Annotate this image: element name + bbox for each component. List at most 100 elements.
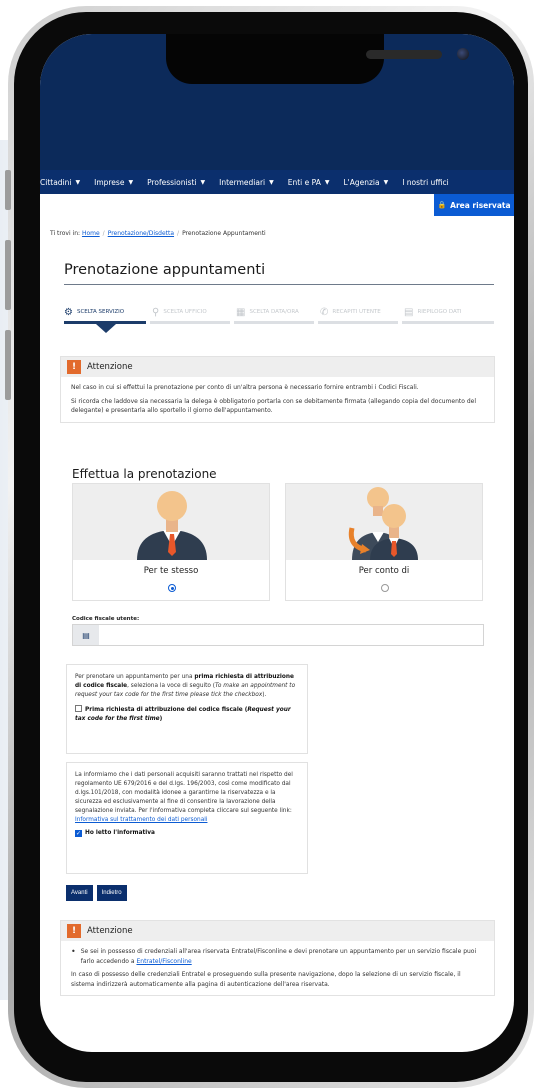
bullet-dot: • xyxy=(71,947,76,956)
option-label: Per conto di xyxy=(358,566,410,576)
alert-header: ! Attenzione xyxy=(61,357,494,377)
option-card-other[interactable]: Per conto di xyxy=(285,483,483,601)
id-card-icon: ▤ xyxy=(404,306,414,318)
breadcrumb-separator: / xyxy=(102,230,105,237)
privacy-link[interactable]: Informativa sul trattamento dei dati per… xyxy=(75,817,207,823)
alert-bullet: • Se sei in possesso di credenziali all'… xyxy=(71,947,484,966)
caret-down-icon: ▼ xyxy=(324,178,330,186)
alert-paragraph: Si ricorda che laddove sia necessaria la… xyxy=(71,397,477,415)
step-label: Scelta servizio xyxy=(76,309,125,315)
id-card-icon: ▤ xyxy=(73,625,99,645)
phone-volume-up-button xyxy=(5,240,11,310)
stepper: ⚙ Scelta servizio ⚲ Scelta ufficio ▦ Sce… xyxy=(64,300,494,324)
person-icon xyxy=(137,491,207,560)
form-buttons: Avanti Indietro xyxy=(66,885,127,901)
option-card-self[interactable]: Per te stesso xyxy=(72,483,270,601)
back-button[interactable]: Indietro xyxy=(96,885,127,901)
nav-item-intermediari[interactable]: Intermediari ▼ xyxy=(219,178,274,187)
nav-item-label: Imprese xyxy=(94,177,125,187)
radio-self[interactable] xyxy=(168,584,176,592)
first-request-text: Per prenotare un appuntamento per una pr… xyxy=(75,673,299,700)
lock-icon: 🔒 xyxy=(437,201,447,209)
page-title: Prenotazione appuntamenti xyxy=(64,262,266,278)
first-request-box: Per prenotare un appuntamento per una pr… xyxy=(66,664,308,754)
step-progress-bar xyxy=(234,321,314,324)
alert-title: Attenzione xyxy=(87,362,133,372)
step-progress-bar xyxy=(402,321,494,324)
phone-notch xyxy=(166,34,469,84)
checkbox-label: Ho letto l'informativa xyxy=(85,830,155,836)
breadcrumb-prefix: Ti trovi in: xyxy=(50,230,81,237)
nav-item-label: Enti e PA xyxy=(287,177,321,187)
caret-down-icon: ▼ xyxy=(200,178,206,186)
alert-paragraph: In caso di possesso delle credenziali En… xyxy=(71,971,461,988)
breadcrumb-link-parent[interactable]: Prenotazione/Disdetta xyxy=(108,230,174,237)
area-riservata-label: Area riservata xyxy=(450,200,511,210)
checkbox-label: Prima richiesta di attribuzione del codi… xyxy=(85,707,248,713)
step-label: Scelta data/ora xyxy=(249,309,299,315)
text-part: Per prenotare un appuntamento per una xyxy=(75,674,195,680)
map-pin-icon: ⚲ xyxy=(152,306,160,318)
bullet-text: Se sei in possesso di credenziali all'ar… xyxy=(81,947,484,966)
option-label: Per te stesso xyxy=(143,566,199,576)
text-part: , seleziona la voce di seguito ( xyxy=(127,683,216,689)
phone-screen: Cittadini ▼ Imprese ▼ Professionisti ▼ Inte… xyxy=(40,34,514,1052)
codice-fiscale-input[interactable] xyxy=(99,625,483,645)
nav-item-uffici[interactable]: I nostri uffici xyxy=(402,178,449,187)
step-label: Riepilogo dati xyxy=(417,309,462,315)
radio-other[interactable] xyxy=(381,584,389,592)
attention-box-1: ! Attenzione Nel caso in cui si effettui… xyxy=(60,356,495,423)
gears-icon: ⚙ xyxy=(64,306,73,318)
area-bar: 🔒 Area riservata xyxy=(40,194,514,216)
camera-icon xyxy=(457,48,469,60)
two-people-icon xyxy=(348,487,418,560)
area-riservata-button[interactable]: 🔒 Area riservata xyxy=(434,194,514,216)
step-label: Recapiti utente xyxy=(332,309,381,315)
privacy-checkbox[interactable]: ✓ xyxy=(75,830,82,837)
breadcrumb-link-home[interactable]: Home xyxy=(82,230,100,237)
warning-icon: ! xyxy=(67,360,81,374)
phone-icon: ✆ xyxy=(320,306,329,318)
alert-header: ! Attenzione xyxy=(61,921,494,941)
people-illustration xyxy=(286,484,482,560)
entratel-link[interactable]: Entratel/Fisconline xyxy=(136,958,191,965)
step-progress-bar xyxy=(318,321,398,324)
nav-item-label: Cittadini xyxy=(40,177,72,187)
nav-item-imprese[interactable]: Imprese ▼ xyxy=(94,178,133,187)
attention-box-2: ! Attenzione • Se sei in possesso di cre… xyxy=(60,920,495,996)
alert-title: Attenzione xyxy=(87,926,133,936)
alert-paragraph: Nel caso in cui si effettui la prenotazi… xyxy=(71,384,419,391)
first-request-checkbox-row[interactable]: Prima richiesta di attribuzione del codi… xyxy=(75,705,299,724)
main-nav: Cittadini ▼ Imprese ▼ Professionisti ▼ Inte… xyxy=(40,170,514,194)
nav-item-label: Professionisti xyxy=(147,177,197,187)
speaker-grille xyxy=(366,50,442,59)
nav-item-label: L'Agenzia xyxy=(343,177,380,187)
caret-down-icon: ▼ xyxy=(269,178,274,186)
warning-icon: ! xyxy=(67,924,81,938)
nav-item-enti-pa[interactable]: Enti e PA ▼ xyxy=(288,178,330,187)
step-pointer xyxy=(96,324,116,333)
first-request-checkbox[interactable] xyxy=(75,705,82,712)
next-button[interactable]: Avanti xyxy=(66,885,93,901)
nav-item-label: I nostri uffici xyxy=(402,177,449,187)
privacy-checkbox-row[interactable]: ✓ Ho letto l'informativa xyxy=(75,829,299,838)
nav-item-agenzia[interactable]: L'Agenzia ▼ xyxy=(343,178,388,187)
section-title: Effettua la prenotazione xyxy=(72,467,217,481)
caret-down-icon: ▼ xyxy=(383,178,389,186)
nav-item-cittadini[interactable]: Cittadini ▼ xyxy=(40,178,80,187)
stage: Cittadini ▼ Imprese ▼ Professionisti ▼ Inte… xyxy=(0,0,538,1090)
breadcrumb-current: Prenotazione Appuntamenti xyxy=(182,230,266,237)
caret-down-icon: ▼ xyxy=(75,178,81,186)
text-part: ). xyxy=(262,692,267,698)
phone-volume-down-button xyxy=(5,330,11,400)
person-illustration xyxy=(73,484,269,560)
breadcrumb-separator: / xyxy=(177,230,180,237)
title-divider xyxy=(64,284,494,285)
calendar-icon: ▦ xyxy=(236,306,246,318)
nav-item-professionisti[interactable]: Professionisti ▼ xyxy=(147,178,205,187)
phone-side-button xyxy=(5,170,11,210)
checkbox-label: ) xyxy=(159,716,163,722)
alert-body: • Se sei in possesso di credenziali all'… xyxy=(61,941,494,995)
step-label: Scelta ufficio xyxy=(163,309,207,315)
nav-item-label: Intermediari xyxy=(219,177,266,187)
